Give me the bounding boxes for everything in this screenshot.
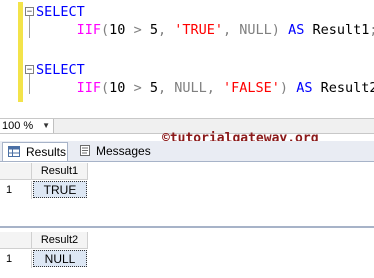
change-tracking-bar xyxy=(18,2,23,102)
grid-icon xyxy=(8,146,20,157)
fold-guide-line xyxy=(29,74,30,94)
keyword-select: SELECT xyxy=(36,62,85,78)
code-line-2: IIF(10 > 5, 'TRUE', NULL) AS Result1; xyxy=(36,22,374,38)
column-header-result2[interactable]: Result2 xyxy=(32,232,88,249)
results-grid-1: Result1 1 TRUE xyxy=(0,161,374,225)
tab-results-label: Results xyxy=(26,145,67,159)
zoom-value: 100 % xyxy=(2,120,34,132)
function-iif: IIF xyxy=(76,22,102,38)
tab-messages[interactable]: Messages xyxy=(74,142,151,161)
result-cell[interactable]: NULL xyxy=(33,250,87,267)
query-editor[interactable]: − − SELECT IIF(10 > 5, 'TRUE', NULL) AS … xyxy=(0,0,374,116)
collapse-icon[interactable]: − xyxy=(25,7,34,17)
open-paren: ( xyxy=(101,22,110,38)
string-literal: 'FALSE' xyxy=(223,80,280,96)
column-header-result1[interactable]: Result1 xyxy=(32,163,88,180)
result-cell[interactable]: TRUE xyxy=(33,181,87,198)
code-line-4: IIF(10 > 5, NULL, 'FALSE') AS Result2; xyxy=(36,80,374,96)
number-literal: 5 xyxy=(149,80,158,96)
grid-corner[interactable] xyxy=(0,163,32,180)
row-number[interactable]: 1 xyxy=(0,181,32,199)
null-literal: NULL xyxy=(174,80,207,96)
code-line-3: SELECT xyxy=(36,62,85,78)
comma: , xyxy=(223,22,240,38)
close-paren: ) xyxy=(279,80,289,96)
keyword-select: SELECT xyxy=(36,4,85,20)
keyword-as: AS xyxy=(288,22,305,38)
open-paren: ( xyxy=(101,80,110,96)
comma: , xyxy=(206,80,224,96)
string-literal: 'TRUE' xyxy=(174,22,224,38)
operator: > xyxy=(125,22,150,38)
grid-corner[interactable] xyxy=(0,232,32,249)
number-literal: 10 xyxy=(109,22,126,38)
results-tab-strip: Results Messages xyxy=(0,141,374,161)
zoom-dropdown[interactable]: 100 % ▼ xyxy=(0,119,54,133)
column-alias: Result1 xyxy=(312,22,370,38)
column-alias: Result2 xyxy=(320,80,374,96)
chevron-down-icon[interactable]: ▼ xyxy=(42,119,50,133)
tab-messages-label: Messages xyxy=(96,144,151,158)
collapse-icon[interactable]: − xyxy=(25,65,34,75)
number-literal: 10 xyxy=(109,80,126,96)
number-literal: 5 xyxy=(149,22,158,38)
code-line-1: SELECT xyxy=(36,4,85,20)
row-number[interactable]: 1 xyxy=(0,250,32,268)
fold-guide-line xyxy=(29,16,30,38)
keyword-as: AS xyxy=(296,80,313,96)
comma: , xyxy=(157,22,175,38)
function-iif: IIF xyxy=(76,80,102,96)
close-paren: ) xyxy=(271,22,280,38)
tab-results[interactable]: Results xyxy=(2,142,68,161)
results-grid-2: Result2 1 NULL xyxy=(0,226,374,278)
semicolon: ; xyxy=(369,22,374,38)
operator: > xyxy=(125,80,150,96)
comma: , xyxy=(157,80,175,96)
null-literal: NULL xyxy=(239,22,272,38)
messages-icon xyxy=(80,145,90,156)
